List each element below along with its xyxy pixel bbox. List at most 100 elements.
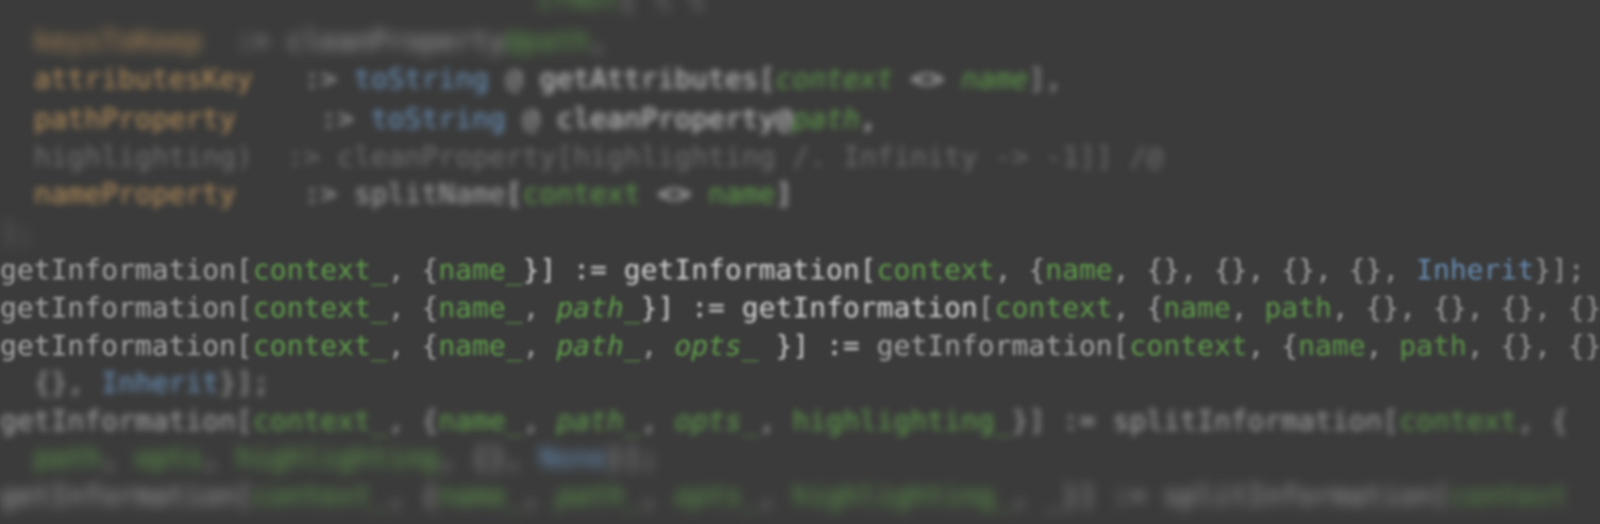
code-token: opts_: [674, 329, 759, 362]
code-token: name_: [438, 479, 523, 512]
code-token: context_: [252, 404, 388, 437]
code-token: path_: [556, 329, 641, 362]
code-token: path: [33, 441, 102, 474]
code-token: splitInformation: [1163, 479, 1433, 512]
code-token: [: [977, 291, 995, 324]
code-token: name_: [438, 404, 523, 437]
code-token: context: [1129, 329, 1248, 362]
code-token: ifNot: [536, 0, 620, 15]
code-token: getInformation: [0, 479, 237, 512]
code-token: , {: [1247, 329, 1299, 362]
code-token: ,: [522, 291, 557, 324]
code-token: highlighting_: [792, 404, 1012, 437]
code-token: getInformation: [741, 291, 978, 324]
code-token: }];: [1534, 253, 1585, 286]
code-line: attributesKey :> toString @ getAttribute…: [0, 60, 1062, 97]
code-token: [: [859, 253, 877, 286]
code-token: :>: [202, 24, 287, 57]
code-token: ,: [859, 102, 877, 135]
code-token: , {: [387, 479, 439, 512]
code-token: , {},: [438, 441, 540, 474]
code-token: context: [522, 177, 641, 210]
code-line: keysToKeep :> cleanProperty@path,: [0, 22, 607, 59]
code-token: }] :=: [640, 291, 742, 324]
code-token: [: [236, 329, 253, 362]
code-token: [: [1432, 479, 1450, 512]
code-token: highlighting: [236, 441, 439, 474]
code-token: name: [1045, 253, 1113, 286]
code-token: highlighting_: [792, 479, 1012, 512]
code-token: nameProperty: [33, 177, 237, 210]
code-token: getAttributes: [539, 62, 759, 95]
code-token: keysToKeep: [33, 24, 203, 57]
code-token: opts_: [674, 404, 759, 437]
code-token: context: [876, 253, 995, 286]
code-token: :>: [236, 177, 355, 210]
code-token: getInformation: [623, 253, 860, 286]
code-token: context: [1449, 479, 1568, 512]
code-token: }] :=: [758, 329, 877, 362]
code-token: }];: [606, 441, 658, 474]
code-token: @: [505, 102, 557, 135]
code-line: path, opts, highlighting, {}, None}];: [0, 439, 658, 476]
code-token: ];: [0, 216, 34, 249]
code-line: getInformation[context_, {name_, path_}]…: [0, 289, 1600, 326]
code-line: nameProperty :> splitName[context <> nam…: [0, 175, 793, 212]
code-token: [: [1112, 329, 1130, 362]
code-token: ]: [775, 177, 793, 210]
code-token: ,: [522, 404, 557, 437]
code-token: splitName: [354, 177, 506, 210]
code-token: ,: [758, 479, 793, 512]
code-token: {},: [0, 366, 102, 399]
code-token: [: [236, 291, 253, 324]
code-token: , {}, {}, {}, {},: [1112, 253, 1417, 286]
code-token: getInformation: [0, 253, 237, 286]
code-token: toString: [370, 102, 506, 135]
code-token: getInformation: [0, 404, 237, 437]
code-token: }];: [219, 366, 270, 399]
code-token: name_: [438, 291, 523, 324]
code-token: context: [1399, 404, 1518, 437]
code-token: , {}, {}: [1466, 329, 1600, 362]
code-token: context: [775, 62, 894, 95]
code-token: [: [236, 479, 253, 512]
code-token: path_: [556, 479, 641, 512]
code-token: Inherit: [101, 366, 220, 399]
code-token: cleanProperty: [286, 24, 506, 57]
code-token: path_: [556, 404, 641, 437]
code-token: <>: [893, 62, 961, 95]
code-line: getInformation[context_, {name_, path_, …: [0, 327, 1600, 364]
code-token: name: [1298, 329, 1366, 362]
code-token: [: [620, 0, 654, 15]
code-token: ,: [522, 479, 557, 512]
code-token: name: [1163, 291, 1231, 324]
code-token: name_: [438, 253, 523, 286]
code-token: \ \: [654, 0, 705, 15]
code-token: }] :=: [522, 253, 624, 286]
code-token: None: [539, 441, 607, 474]
code-editor-background: ifNot[ \ \ keysToKeep :> cleanProperty@p…: [0, 0, 1600, 524]
code-token: ,: [590, 24, 607, 57]
code-token: [: [236, 404, 253, 437]
code-token: [: [505, 177, 523, 210]
code-token: [: [1382, 404, 1400, 437]
code-line: highlighting) :> cleanProperty[highlight…: [0, 138, 1163, 175]
code-token: , {}, {}, {}, {}: [1331, 291, 1600, 324]
code-token: path: [1264, 291, 1332, 324]
code-line: {}, Inherit}];: [0, 364, 270, 401]
code-token: toString: [354, 62, 489, 95]
code-token: getInformation: [0, 291, 237, 324]
code-token: ,: [202, 441, 237, 474]
code-token: <>: [640, 177, 709, 210]
code-token: cleanProperty@: [556, 102, 793, 135]
code-token: ,: [1365, 329, 1400, 362]
code-token: pathProperty: [33, 102, 237, 135]
code-token: attributesKey: [33, 62, 253, 95]
code-token: context_: [252, 479, 388, 512]
code-token: @: [488, 62, 540, 95]
code-line: ];: [0, 214, 34, 251]
code-token: , _}] :=: [1011, 479, 1164, 512]
code-token: ],: [1028, 62, 1063, 95]
